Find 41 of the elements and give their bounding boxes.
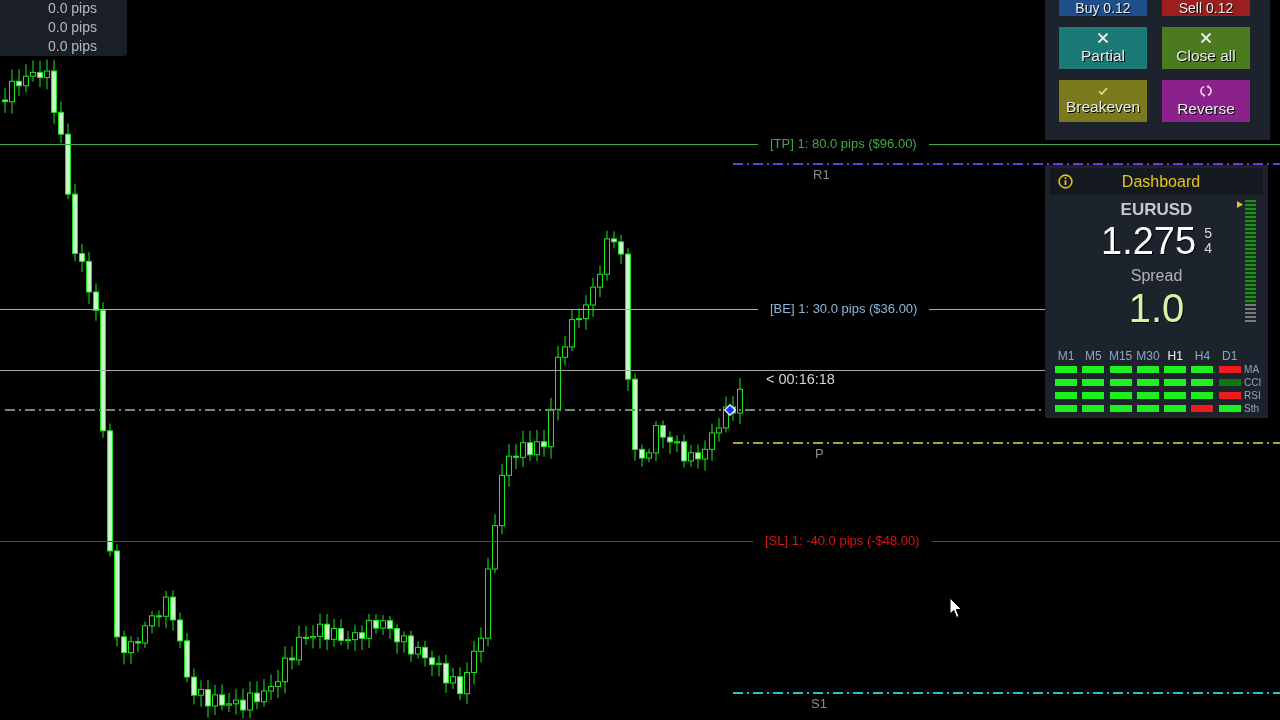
- indicator-label: CCI: [1244, 376, 1263, 389]
- check-icon: [1098, 87, 1108, 95]
- timeframe-label[interactable]: M15: [1108, 349, 1133, 363]
- pips-value: 0.0 pips: [47, 37, 97, 56]
- indicator-label: Sth: [1244, 402, 1261, 415]
- timeframe-label[interactable]: M5: [1084, 349, 1102, 363]
- dashboard-title: Dashboard: [1120, 172, 1202, 191]
- price-value: 1.275: [1101, 222, 1197, 260]
- indicator-label: RSI: [1244, 389, 1262, 402]
- indicator-label: MA: [1244, 363, 1261, 376]
- timeframe-label[interactable]: H4: [1194, 349, 1211, 363]
- level-label: [TP] 1: 80.0 pips ($96.00): [758, 136, 929, 152]
- timeframe-label[interactable]: H1: [1167, 349, 1183, 363]
- info-icon: [1058, 174, 1073, 189]
- circular-arrows-icon: [1200, 85, 1212, 97]
- pips-value: 0.0 pips: [47, 0, 97, 18]
- pips-value: 0.0 pips: [47, 18, 97, 37]
- partial-close-button[interactable]: Partial: [1059, 27, 1147, 69]
- pivot-label: S1: [811, 696, 827, 711]
- reverse-button[interactable]: Reverse: [1162, 80, 1250, 122]
- level-label: [BE] 1: 30.0 pips ($36.00): [758, 301, 930, 317]
- symbol-label: EURUSD: [1120, 200, 1193, 220]
- pointer-triangle-icon: [1237, 201, 1243, 208]
- breakeven-button[interactable]: Breakeven: [1059, 80, 1147, 122]
- pivot-label: R1: [813, 167, 830, 182]
- pivot-label: P: [815, 446, 824, 461]
- sell-button[interactable]: Sell 0.12: [1162, 0, 1250, 16]
- timeframe-label[interactable]: D1: [1222, 349, 1238, 363]
- timeframe-label[interactable]: M1: [1057, 349, 1075, 363]
- spread-value: 1.0: [1128, 287, 1185, 329]
- close-icon: [1200, 32, 1212, 44]
- buy-button[interactable]: Buy 0.12: [1059, 0, 1147, 16]
- timeframe-label[interactable]: M30: [1136, 349, 1160, 363]
- countdown-label: < 00:16:18: [766, 371, 835, 387]
- close-icon: [1097, 32, 1109, 44]
- price-digit: 5: [1204, 226, 1212, 241]
- spread-label: Spread: [1130, 266, 1183, 286]
- level-label: [SL] 1: -40.0 pips (-$48.00): [753, 533, 932, 549]
- close-all-button[interactable]: Close all: [1162, 27, 1250, 69]
- mouse-cursor-icon: [949, 597, 963, 619]
- price-digit: 4: [1204, 241, 1212, 256]
